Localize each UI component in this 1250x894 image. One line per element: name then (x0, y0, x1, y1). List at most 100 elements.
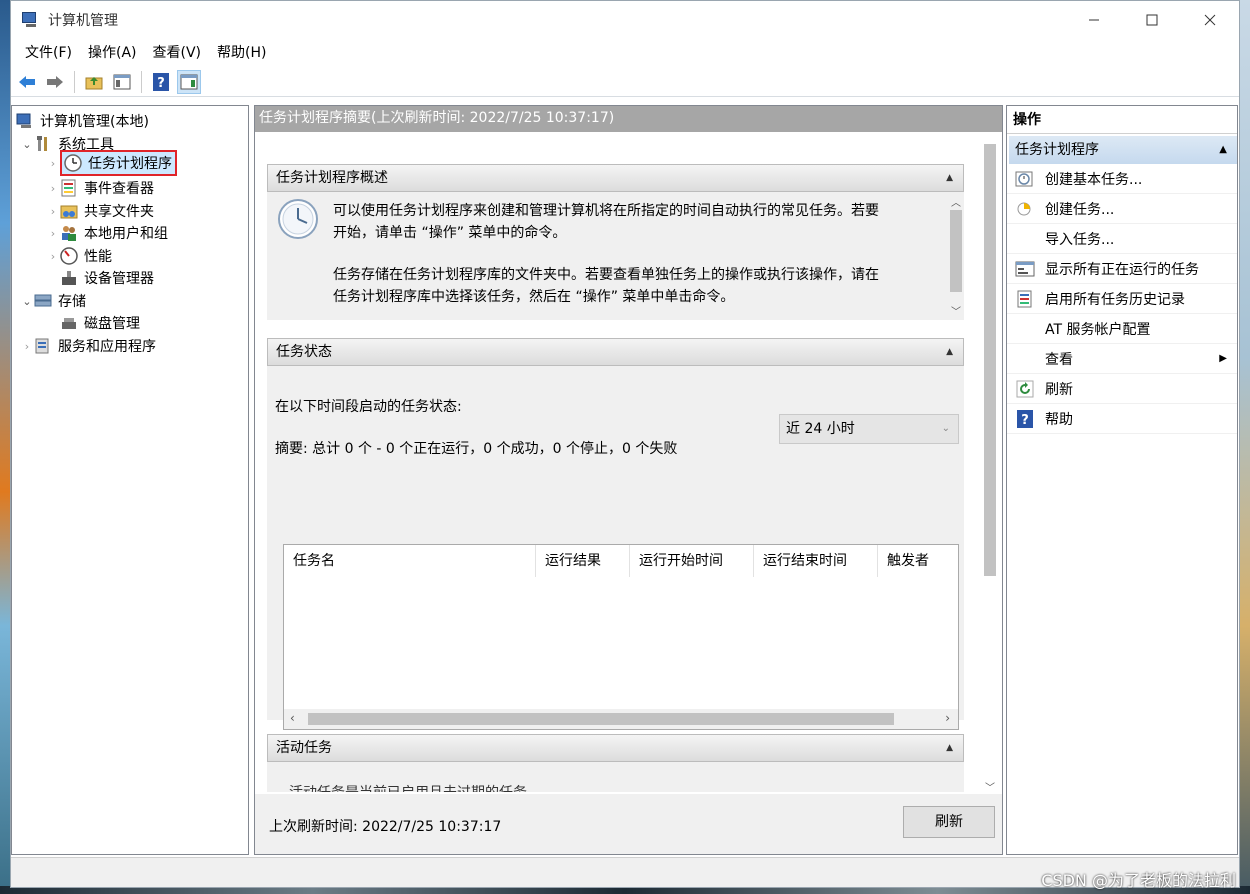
event-viewer-icon (60, 179, 78, 197)
folder-up-icon (85, 76, 103, 89)
tree-label: 存储 (58, 294, 86, 310)
tree-item-services-apps[interactable]: › 服务和应用程序 (20, 335, 156, 357)
blank-icon (1013, 319, 1037, 339)
refresh-button[interactable]: 刷新 (903, 806, 995, 838)
menu-file[interactable]: 文件(F) (17, 39, 80, 67)
tree-label: 服务和应用程序 (58, 339, 156, 355)
collapse-icon[interactable]: ▲ (1219, 136, 1227, 164)
blank-icon (1013, 349, 1037, 369)
window-title: 计算机管理 (48, 13, 118, 29)
collapsed-chevron-icon[interactable]: › (46, 227, 60, 240)
close-button[interactable] (1181, 1, 1239, 39)
scroll-down-icon[interactable]: ﹀ (948, 303, 964, 318)
scroll-thumb[interactable] (950, 210, 962, 292)
section-title: 任务计划程序概述 (276, 170, 388, 186)
scroll-right-icon[interactable]: › (945, 711, 950, 725)
tree-item-performance[interactable]: › 性能 (46, 245, 112, 267)
desktop-background-left (0, 0, 10, 894)
menu-help[interactable]: 帮助(H) (209, 39, 274, 67)
overview-scrollbar[interactable]: ︿ ﹀ (948, 192, 964, 320)
show-hide-action-pane-button[interactable] (177, 69, 201, 94)
actions-group-task-scheduler[interactable]: 任务计划程序 ▲ (1009, 136, 1237, 164)
list-header: 任务名 运行结果 运行开始时间 运行结束时间 触发者 (284, 545, 958, 577)
menu-view[interactable]: 查看(V) (145, 39, 210, 67)
status-period-label: 在以下时间段启动的任务状态: (275, 399, 462, 415)
tree-item-disk-management[interactable]: 磁盘管理 (60, 312, 140, 334)
tree-item-device-manager[interactable]: 设备管理器 (60, 267, 154, 289)
overview-section-header[interactable]: 任务计划程序概述 ▲ (267, 164, 964, 192)
action-at-service-config[interactable]: AT 服务帐户配置 (1007, 314, 1237, 344)
summary-scrollbar[interactable]: ﹀ (982, 136, 998, 796)
list-horizontal-scrollbar[interactable]: ‹ › (284, 709, 958, 729)
back-button[interactable] (15, 70, 39, 94)
action-view[interactable]: 查看 ▶ (1007, 344, 1237, 374)
action-create-basic-task[interactable]: 创建基本任务... (1007, 164, 1237, 194)
collapse-icon[interactable]: ▲ (946, 339, 953, 365)
action-enable-history[interactable]: 启用所有任务历史记录 (1007, 284, 1237, 314)
column-run-result[interactable]: 运行结果 (536, 545, 630, 577)
minimize-button[interactable] (1065, 1, 1123, 39)
computer-management-window: 计算机管理 文件(F) 操作(A) 查看(V) 帮助(H) ? 计算机管理(本地… (10, 0, 1240, 888)
collapse-icon[interactable]: ▲ (946, 165, 953, 191)
period-dropdown[interactable]: 近 24 小时 ⌄ (779, 414, 959, 444)
column-run-start[interactable]: 运行开始时间 (630, 545, 754, 577)
collapsed-chevron-icon[interactable]: › (46, 205, 60, 218)
tree-item-storage[interactable]: ⌄ 存储 (20, 290, 86, 312)
status-content: 在以下时间段启动的任务状态: 近 24 小时 ⌄ 摘要: 总计 0 个 - 0 … (267, 366, 964, 730)
active-tasks-section-header[interactable]: 活动任务 ▲ (267, 734, 964, 762)
status-section-header[interactable]: 任务状态 ▲ (267, 338, 964, 366)
active-tasks-content: 活动任务是当前已启用且未过期的任务。 (267, 762, 964, 792)
action-display-running-tasks[interactable]: 显示所有正在运行的任务 (1007, 254, 1237, 284)
help-icon: ? (1013, 409, 1037, 429)
forward-arrow-icon (47, 75, 63, 88)
summary-footer: 上次刷新时间: 2022/7/25 10:37:17 刷新 (255, 794, 1002, 854)
tree-item-event-viewer[interactable]: › 事件查看器 (46, 177, 154, 199)
column-triggered-by[interactable]: 触发者 (878, 545, 958, 577)
last-refresh-time: 上次刷新时间: 2022/7/25 10:37:17 (269, 819, 502, 835)
action-create-task[interactable]: 创建任务... (1007, 194, 1237, 224)
scroll-down-icon[interactable]: ﹀ (982, 779, 998, 794)
show-hide-console-tree-button[interactable] (110, 70, 134, 94)
tree-item-local-users[interactable]: › 本地用户和组 (46, 222, 168, 244)
scroll-thumb[interactable] (984, 144, 996, 576)
collapsed-chevron-icon[interactable]: › (46, 250, 60, 263)
action-label: 帮助 (1045, 411, 1073, 428)
performance-gauge-icon (60, 247, 78, 265)
scroll-thumb[interactable] (308, 713, 894, 725)
tools-icon (34, 135, 52, 153)
collapsed-chevron-icon[interactable]: › (46, 182, 60, 195)
blank-icon (1013, 229, 1037, 249)
clock-icon (64, 154, 82, 172)
tree-item-shared-folders[interactable]: › 共享文件夹 (46, 200, 154, 222)
up-folder-button[interactable] (82, 70, 106, 94)
tree-label: 性能 (84, 249, 112, 265)
minimize-icon (1089, 19, 1099, 21)
expanded-chevron-icon[interactable]: ⌄ (20, 138, 34, 151)
tree-item-task-scheduler[interactable]: › 任务计划程序 (46, 150, 177, 176)
action-refresh[interactable]: 刷新 (1007, 374, 1237, 404)
forward-button[interactable] (43, 70, 67, 94)
expanded-chevron-icon[interactable]: ⌄ (20, 295, 34, 308)
action-label: 创建基本任务... (1045, 171, 1143, 188)
collapse-icon[interactable]: ▲ (946, 735, 953, 761)
collapsed-chevron-icon[interactable]: › (20, 340, 34, 353)
help-toolbar-button[interactable]: ? (149, 70, 173, 94)
scroll-left-icon[interactable]: ‹ (290, 711, 295, 725)
maximize-button[interactable] (1123, 1, 1181, 39)
action-import-task[interactable]: 导入任务... (1007, 224, 1237, 254)
csdn-watermark: CSDN @为了老板的法拉利 (1041, 871, 1236, 890)
window-controls (1065, 1, 1239, 39)
action-help[interactable]: ? 帮助 (1007, 404, 1237, 434)
task-status-list[interactable]: 任务名 运行结果 运行开始时间 运行结束时间 触发者 ‹ › (283, 544, 959, 730)
tree-label: 本地用户和组 (84, 226, 168, 242)
tree-label: 事件查看器 (84, 181, 154, 197)
action-label: 显示所有正在运行的任务 (1045, 261, 1199, 278)
scroll-up-icon[interactable]: ︿ (948, 194, 964, 209)
collapsed-chevron-icon[interactable]: › (46, 157, 60, 170)
column-run-end[interactable]: 运行结束时间 (754, 545, 878, 577)
menu-bar: 文件(F) 操作(A) 查看(V) 帮助(H) (11, 39, 1239, 67)
create-basic-task-icon (1013, 169, 1037, 189)
column-task-name[interactable]: 任务名 (284, 545, 536, 577)
menu-action[interactable]: 操作(A) (80, 39, 145, 67)
tree-item-root[interactable]: 计算机管理(本地) (16, 110, 149, 132)
